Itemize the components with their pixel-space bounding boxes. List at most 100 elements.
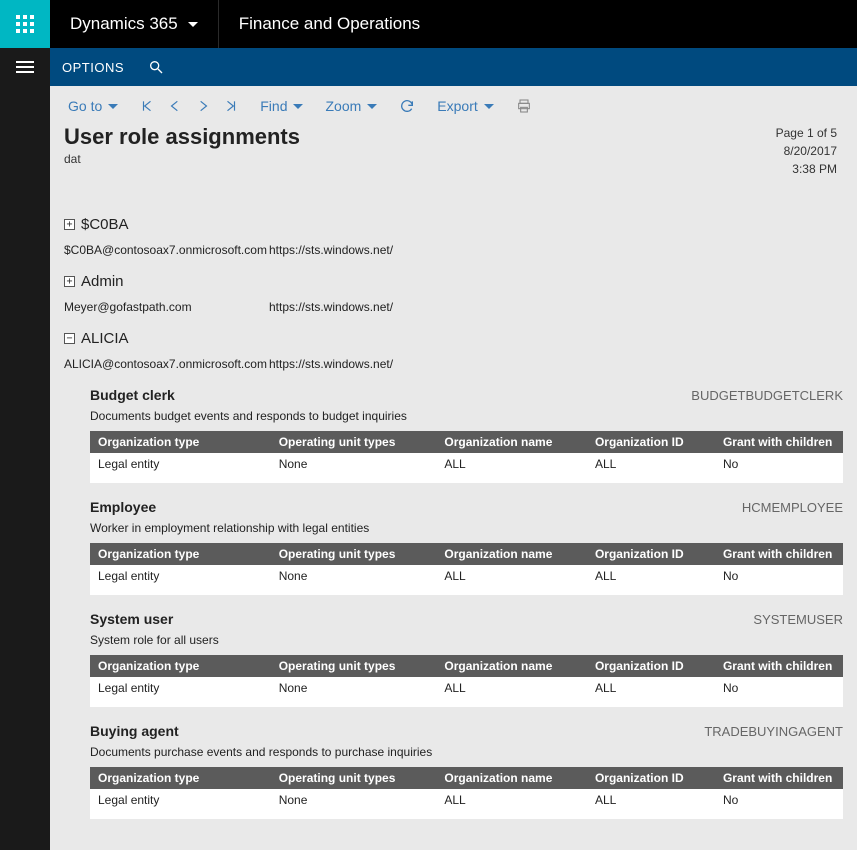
column-header: Operating unit types (271, 655, 437, 677)
options-label[interactable]: OPTIONS (50, 60, 124, 75)
report-subtitle: dat (64, 152, 300, 166)
user-block: −ALICIA ALICIA@contosoax7.onmicrosoft.com… (64, 330, 843, 819)
user-provider: https://sts.windows.net/ (269, 243, 393, 257)
expander-icon[interactable]: − (64, 333, 75, 344)
refresh-button[interactable] (399, 98, 415, 114)
user-header[interactable]: +Admin (64, 273, 843, 290)
table-cell: ALL (436, 789, 587, 811)
role-section: Buying agentTRADEBUYINGAGENTDocuments pu… (90, 723, 843, 819)
table-cell: No (715, 789, 843, 811)
role-description: Documents purchase events and responds t… (90, 745, 843, 759)
user-email: ALICIA@contosoax7.onmicrosoft.com (64, 357, 269, 371)
column-header: Operating unit types (271, 431, 437, 453)
role-description: Documents budget events and responds to … (90, 409, 843, 423)
user-meta: $C0BA@contosoax7.onmicrosoft.comhttps://… (64, 243, 843, 257)
user-block: +Admin Meyer@gofastpath.comhttps://sts.wi… (64, 273, 843, 314)
prev-page-button[interactable] (168, 99, 182, 113)
column-header: Organization type (90, 543, 271, 565)
table-row: Legal entityNoneALLALLNo (90, 453, 843, 475)
table-cell: ALL (436, 453, 587, 475)
table-cell: Legal entity (90, 789, 271, 811)
table-cell: No (715, 565, 843, 587)
role-section: System userSYSTEMUSERSystem role for all… (90, 611, 843, 707)
export-button[interactable]: Export (437, 98, 493, 114)
table-cell: Legal entity (90, 677, 271, 699)
column-header: Organization ID (587, 543, 715, 565)
product-switcher[interactable]: Dynamics 365 (50, 0, 219, 48)
column-header: Operating unit types (271, 543, 437, 565)
table-cell: None (271, 453, 437, 475)
user-name: $C0BA (81, 216, 129, 233)
chevron-down-icon (108, 104, 118, 109)
user-name: ALICIA (81, 330, 129, 347)
column-header: Organization ID (587, 655, 715, 677)
table-cell: ALL (587, 453, 715, 475)
user-header[interactable]: −ALICIA (64, 330, 843, 347)
next-page-icon (196, 99, 210, 113)
nav-toggle-button[interactable] (0, 48, 50, 86)
role-section: EmployeeHCMEMPLOYEE Worker in employment … (90, 499, 843, 595)
role-description: Worker in employment relationship with l… (90, 521, 843, 535)
role-code: SYSTEMUSER (753, 612, 843, 627)
expander-icon[interactable]: + (64, 219, 75, 230)
column-header: Operating unit types (271, 767, 437, 789)
table-cell: ALL (587, 789, 715, 811)
page-count: Page 1 of 5 (776, 124, 837, 142)
zoom-button[interactable]: Zoom (325, 98, 377, 114)
options-bar: OPTIONS (0, 48, 857, 86)
user-provider: https://sts.windows.net/ (269, 357, 393, 371)
table-footer-bar (90, 699, 843, 707)
report-time: 3:38 PM (776, 160, 837, 178)
table-cell: ALL (436, 677, 587, 699)
print-icon (516, 98, 532, 114)
waffle-icon (16, 15, 34, 33)
column-header: Grant with children (715, 431, 843, 453)
report-toolbar: Go to Find Zoom (50, 86, 857, 124)
table-cell: Legal entity (90, 565, 271, 587)
report-date: 8/20/2017 (776, 142, 837, 160)
role-table: Organization typeOperating unit typesOrg… (90, 431, 843, 483)
first-page-button[interactable] (140, 99, 154, 113)
find-button[interactable]: Find (260, 98, 303, 114)
goto-button[interactable]: Go to (68, 98, 118, 114)
product-name: Dynamics 365 (70, 14, 178, 34)
module-name: Finance and Operations (219, 0, 440, 48)
print-button[interactable] (516, 98, 532, 114)
page-nav-group (140, 99, 238, 113)
export-label: Export (437, 98, 477, 114)
chevron-down-icon (484, 104, 494, 109)
user-email: $C0BA@contosoax7.onmicrosoft.com (64, 243, 269, 257)
user-header[interactable]: + $C0BA (64, 216, 843, 233)
table-cell: ALL (587, 565, 715, 587)
role-name: Buying agent (90, 723, 179, 739)
table-footer-bar (90, 475, 843, 483)
report-title: User role assignments (64, 124, 300, 150)
table-cell: None (271, 565, 437, 587)
column-header: Organization type (90, 767, 271, 789)
first-page-icon (140, 99, 154, 113)
table-cell: No (715, 453, 843, 475)
table-cell: Legal entity (90, 453, 271, 475)
column-header: Organization name (436, 767, 587, 789)
app-launcher-button[interactable] (0, 0, 50, 48)
role-table: Organization typeOperating unit types Org… (90, 543, 843, 595)
chevron-down-icon (293, 104, 303, 109)
find-label: Find (260, 98, 287, 114)
column-header: Organization ID (587, 767, 715, 789)
role-table: Organization typeOperating unit typesOrg… (90, 767, 843, 819)
role-table: Organization typeOperating unit typesOrg… (90, 655, 843, 707)
next-page-button[interactable] (196, 99, 210, 113)
report-header: User role assignments dat Page 1 of 5 8/… (64, 124, 843, 178)
user-meta: Meyer@gofastpath.comhttps://sts.windows.… (64, 300, 843, 314)
user-block: + $C0BA $C0BA@contosoax7.onmicrosoft.comht… (64, 216, 843, 257)
last-page-button[interactable] (224, 99, 238, 113)
table-footer-bar (90, 811, 843, 819)
goto-label: Go to (68, 98, 102, 114)
search-icon (148, 59, 164, 75)
role-header: EmployeeHCMEMPLOYEE (90, 499, 843, 515)
table-cell: None (271, 677, 437, 699)
expander-icon[interactable]: + (64, 276, 75, 287)
search-button[interactable] (148, 59, 164, 75)
page-info: Page 1 of 5 8/20/2017 3:38 PM (776, 124, 843, 178)
column-header: Organization name (436, 431, 587, 453)
